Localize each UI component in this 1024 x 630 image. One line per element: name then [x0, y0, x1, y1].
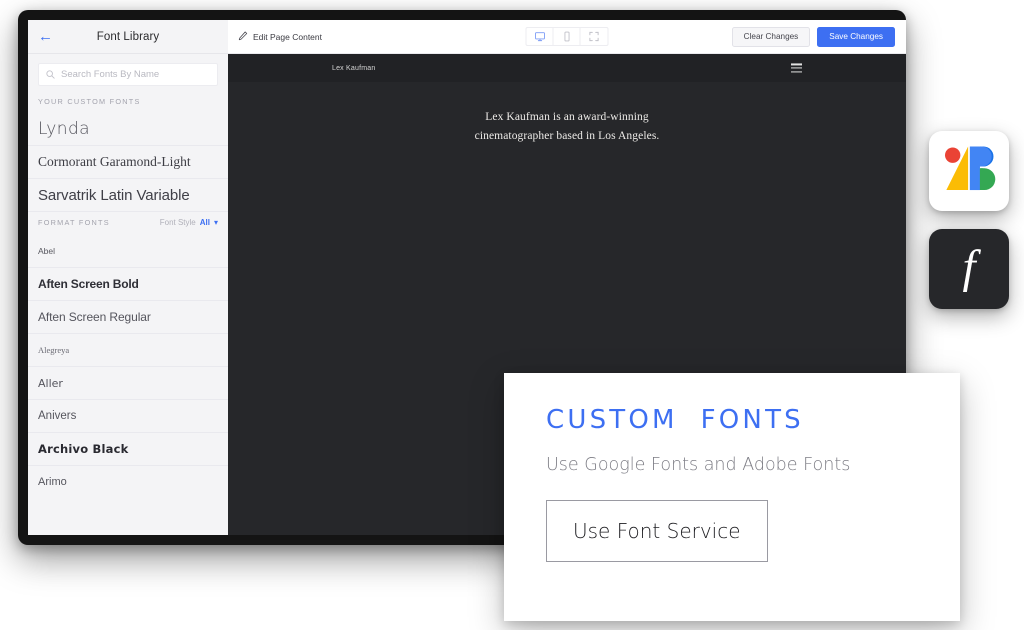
edit-page-content-button[interactable]: Edit Page Content [238, 28, 322, 46]
search-input[interactable] [61, 69, 210, 80]
font-name: Alegreya [38, 345, 70, 355]
font-style-value: All [199, 218, 210, 227]
font-style-label: Font Style [159, 218, 196, 227]
font-name: Arimo [38, 476, 67, 488]
list-item[interactable]: Arimo [28, 465, 228, 498]
google-fonts-logo[interactable] [929, 131, 1009, 211]
custom-fonts-title: CUSTOM FONTS [546, 405, 804, 435]
toolbar-actions: Clear Changes Save Changes [731, 26, 895, 47]
font-name: Archivo Black [38, 442, 129, 456]
adobe-fonts-logo[interactable]: f [929, 229, 1009, 309]
custom-fonts-card: CUSTOM FONTS Use Google Fonts and Adobe … [504, 373, 960, 621]
list-item[interactable]: Aller [28, 366, 228, 399]
custom-fonts-list: Lynda Cormorant Garamond-Light Sarvatrik… [28, 112, 228, 211]
font-library-sidebar: ← Font Library YOUR CUSTOM FONTS Lynda C… [28, 20, 228, 535]
site-brand[interactable]: Lex Kaufman [332, 65, 375, 72]
sidebar-header: ← Font Library [28, 20, 228, 54]
google-fonts-glyph [944, 146, 996, 191]
device-view-toggle [525, 27, 609, 46]
desktop-view-icon[interactable] [527, 28, 554, 45]
fullscreen-icon[interactable] [581, 28, 608, 45]
adobe-fonts-glyph: f [962, 240, 976, 293]
save-changes-button[interactable]: Save Changes [817, 26, 895, 47]
list-item[interactable]: Sarvatrik Latin Variable [28, 178, 228, 211]
hero-line-1: Lex Kaufman is an award-winning [485, 110, 649, 123]
font-style-dropdown[interactable]: Font Style All ▾ [160, 218, 218, 227]
custom-fonts-subtitle: Use Google Fonts and Adobe Fonts [546, 455, 851, 475]
list-item[interactable]: Aften Screen Bold [28, 267, 228, 300]
list-item[interactable]: Alegreya [28, 333, 228, 366]
hamburger-menu-icon[interactable] [791, 63, 802, 73]
font-name: Sarvatrik Latin Variable [38, 186, 190, 204]
search-box[interactable] [38, 63, 218, 86]
list-item[interactable]: Cormorant Garamond-Light [28, 145, 228, 178]
editor-toolbar: Edit Page Content Clear Changes Save Cha… [228, 20, 906, 54]
custom-fonts-section-label: YOUR CUSTOM FONTS [38, 97, 141, 106]
font-name: Lynda [38, 118, 90, 139]
search-container [28, 54, 228, 92]
list-item[interactable]: Archivo Black [28, 432, 228, 465]
hero-heading: Lex Kaufman is an award-winning cinemato… [475, 108, 660, 145]
list-item[interactable]: Abel [28, 234, 228, 267]
font-name: Aften Screen Regular [38, 310, 151, 324]
font-name: Anivers [38, 410, 77, 422]
chevron-down-icon: ▾ [213, 217, 218, 227]
list-item[interactable]: Lynda [28, 112, 228, 145]
font-name: Cormorant Garamond-Light [38, 154, 191, 169]
pencil-icon [238, 28, 248, 46]
site-hero: Lex Kaufman is an award-winning cinemato… [228, 82, 906, 171]
font-name: Aften Screen Bold [38, 277, 139, 291]
hero-line-2: cinematographer based in Los Angeles. [474, 129, 660, 142]
list-item[interactable]: Anivers [28, 399, 228, 432]
format-fonts-list: Abel Aften Screen Bold Aften Screen Regu… [28, 234, 228, 535]
edit-page-content-label: Edit Page Content [253, 31, 322, 42]
list-item[interactable]: Aften Screen Regular [28, 300, 228, 333]
use-font-service-button[interactable]: Use Font Service [546, 500, 768, 562]
font-name: Abel [38, 245, 56, 256]
format-fonts-header: FORMAT FONTS Font Style All ▾ [28, 211, 228, 234]
page-title: Font Library [96, 30, 160, 43]
arrow-left-icon[interactable]: ← [38, 29, 53, 44]
format-fonts-section-label: FORMAT FONTS [38, 218, 110, 227]
mobile-view-icon[interactable] [554, 28, 581, 45]
search-icon [46, 66, 55, 84]
clear-changes-button[interactable]: Clear Changes [731, 26, 811, 47]
site-navbar: Lex Kaufman [228, 54, 906, 82]
font-name: Aller [38, 376, 63, 390]
